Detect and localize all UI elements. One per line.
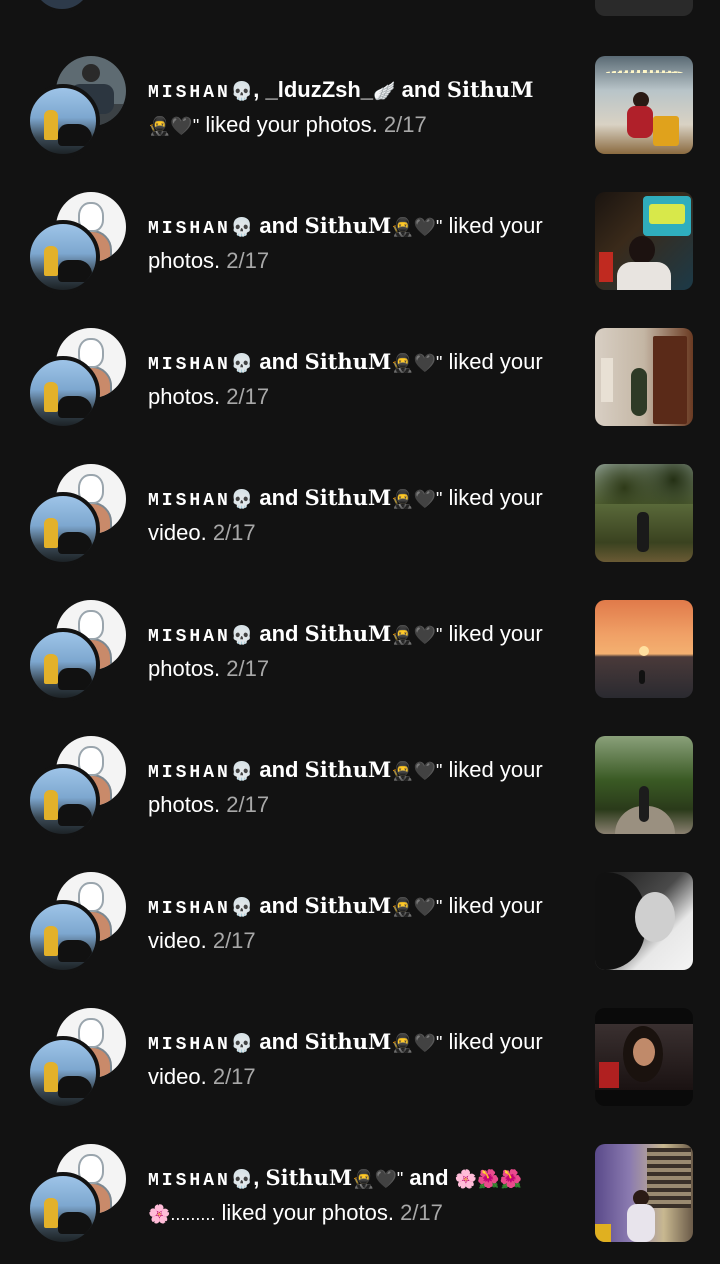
notification-row[interactable]: MISHAN💀 and SithuM🥷🖤" liked your video. …: [0, 1008, 720, 1144]
window-portrait-thumbnail[interactable]: [595, 1144, 693, 1242]
sunset-beach-thumbnail[interactable]: [595, 600, 693, 698]
timestamp: 2/17: [220, 656, 270, 681]
door-room-photo-thumbnail[interactable]: [595, 328, 693, 426]
notification-row[interactable]: MISHAN💀 and SithuM🥷🖤" liked your photos.…: [0, 600, 720, 736]
avatar[interactable]: [26, 628, 100, 702]
notification-row[interactable]: MISHAN💀 and SithuM🥷🖤" liked your video. …: [0, 872, 720, 1008]
username[interactable]: SithuM: [447, 77, 534, 102]
timestamp: 2/17: [377, 112, 427, 137]
avatar[interactable]: [26, 764, 100, 838]
partial-post-thumbnail[interactable]: [595, 0, 693, 16]
username[interactable]: SithuM: [305, 349, 392, 374]
avatar[interactable]: [26, 492, 100, 566]
notification-text[interactable]: MISHAN💀 and SithuM🥷🖤" liked your photos.…: [148, 346, 576, 413]
notification-row[interactable]: MISHAN💀, _lduzZsh_🪽 and SithuM 🥷🖤" liked …: [0, 56, 720, 192]
username[interactable]: MISHAN: [148, 219, 231, 239]
username[interactable]: MISHAN: [148, 627, 231, 647]
username[interactable]: MISHAN: [148, 83, 231, 103]
notification-text[interactable]: MISHAN💀 and SithuM🥷🖤" liked your photos.…: [148, 618, 576, 685]
username[interactable]: _lduzZsh_: [265, 77, 373, 102]
avatar-stack[interactable]: [26, 328, 130, 432]
username[interactable]: SithuM: [305, 485, 392, 510]
notification-text[interactable]: MISHAN💀 and SithuM🥷🖤" liked your video. …: [148, 482, 576, 549]
notification-row[interactable]: MISHAN💀 and SithuM🥷🖤" liked your photos.…: [0, 736, 720, 872]
avatar[interactable]: [26, 220, 100, 294]
avatar[interactable]: [26, 1172, 100, 1246]
username[interactable]: MISHAN: [148, 355, 231, 375]
forest-path-thumbnail[interactable]: [595, 736, 693, 834]
notification-text[interactable]: MISHAN💀 and SithuM🥷🖤" liked your photos.…: [148, 210, 576, 277]
activity-feed: MISHAN💀, _lduzZsh_🪽 and SithuM 🥷🖤" liked …: [0, 0, 720, 1264]
avatar[interactable]: [26, 1036, 100, 1110]
avatar-stack[interactable]: [26, 464, 130, 568]
timestamp: 2/17: [206, 928, 256, 953]
notification-text[interactable]: MISHAN💀 and SithuM🥷🖤" liked your video. …: [148, 890, 576, 957]
notification-row[interactable]: MISHAN💀 and SithuM🥷🖤" liked your video. …: [0, 464, 720, 600]
notification-text[interactable]: MISHAN💀, _lduzZsh_🪽 and SithuM 🥷🖤" liked …: [148, 74, 576, 142]
username[interactable]: MISHAN: [148, 1171, 231, 1191]
partial-avatar[interactable]: [30, 0, 94, 12]
avatar[interactable]: [26, 356, 100, 430]
black-white-portrait-thumbnail[interactable]: [595, 872, 693, 970]
timestamp: 2/17: [393, 1200, 443, 1225]
notification-row[interactable]: MISHAN💀 and SithuM🥷🖤" liked your photos.…: [0, 328, 720, 464]
avatar-stack[interactable]: [26, 56, 130, 160]
notification-text[interactable]: MISHAN💀, SithuM🥷🖤" and 🌸🌺🌺 🌸......... lik…: [148, 1162, 576, 1230]
avatar[interactable]: [26, 900, 100, 974]
timestamp: 2/17: [220, 792, 270, 817]
portrait-selfie-thumbnail[interactable]: [595, 1008, 693, 1106]
avatar-stack[interactable]: [26, 192, 130, 296]
username[interactable]: 🌸🌺🌺: [455, 1169, 522, 1189]
username[interactable]: SithuM: [305, 893, 392, 918]
username[interactable]: SithuM: [305, 621, 392, 646]
avatar-stack[interactable]: [26, 872, 130, 976]
timestamp: 2/17: [220, 248, 270, 273]
username[interactable]: SithuM: [265, 1165, 352, 1190]
avatar[interactable]: [26, 84, 100, 158]
username[interactable]: MISHAN: [148, 491, 231, 511]
username[interactable]: MISHAN: [148, 1035, 231, 1055]
timestamp: 2/17: [206, 520, 256, 545]
username[interactable]: SithuM: [305, 757, 392, 782]
timestamp: 2/17: [220, 384, 270, 409]
username[interactable]: MISHAN: [148, 763, 231, 783]
notification-text[interactable]: MISHAN💀 and SithuM🥷🖤" liked your video. …: [148, 1026, 576, 1093]
partial-notification-row[interactable]: [0, 0, 720, 20]
notification-row[interactable]: MISHAN💀 and SithuM🥷🖤" liked your photos.…: [0, 192, 720, 328]
neon-sign-selfie-thumbnail[interactable]: [595, 192, 693, 290]
timestamp: 2/17: [206, 1064, 256, 1089]
username[interactable]: SithuM: [305, 213, 392, 238]
username[interactable]: SithuM: [305, 1029, 392, 1054]
fairy-lights-portrait-thumbnail[interactable]: [595, 56, 693, 154]
avatar-stack[interactable]: [26, 1144, 130, 1248]
avatar-stack[interactable]: [26, 1008, 130, 1112]
username[interactable]: MISHAN: [148, 899, 231, 919]
notification-text[interactable]: MISHAN💀 and SithuM🥷🖤" liked your photos.…: [148, 754, 576, 821]
notification-row[interactable]: MISHAN💀, SithuM🥷🖤" and 🌸🌺🌺 🌸......... lik…: [0, 1144, 720, 1264]
forest-person-video-thumbnail[interactable]: [595, 464, 693, 562]
avatar-stack[interactable]: [26, 600, 130, 704]
avatar-stack[interactable]: [26, 736, 130, 840]
